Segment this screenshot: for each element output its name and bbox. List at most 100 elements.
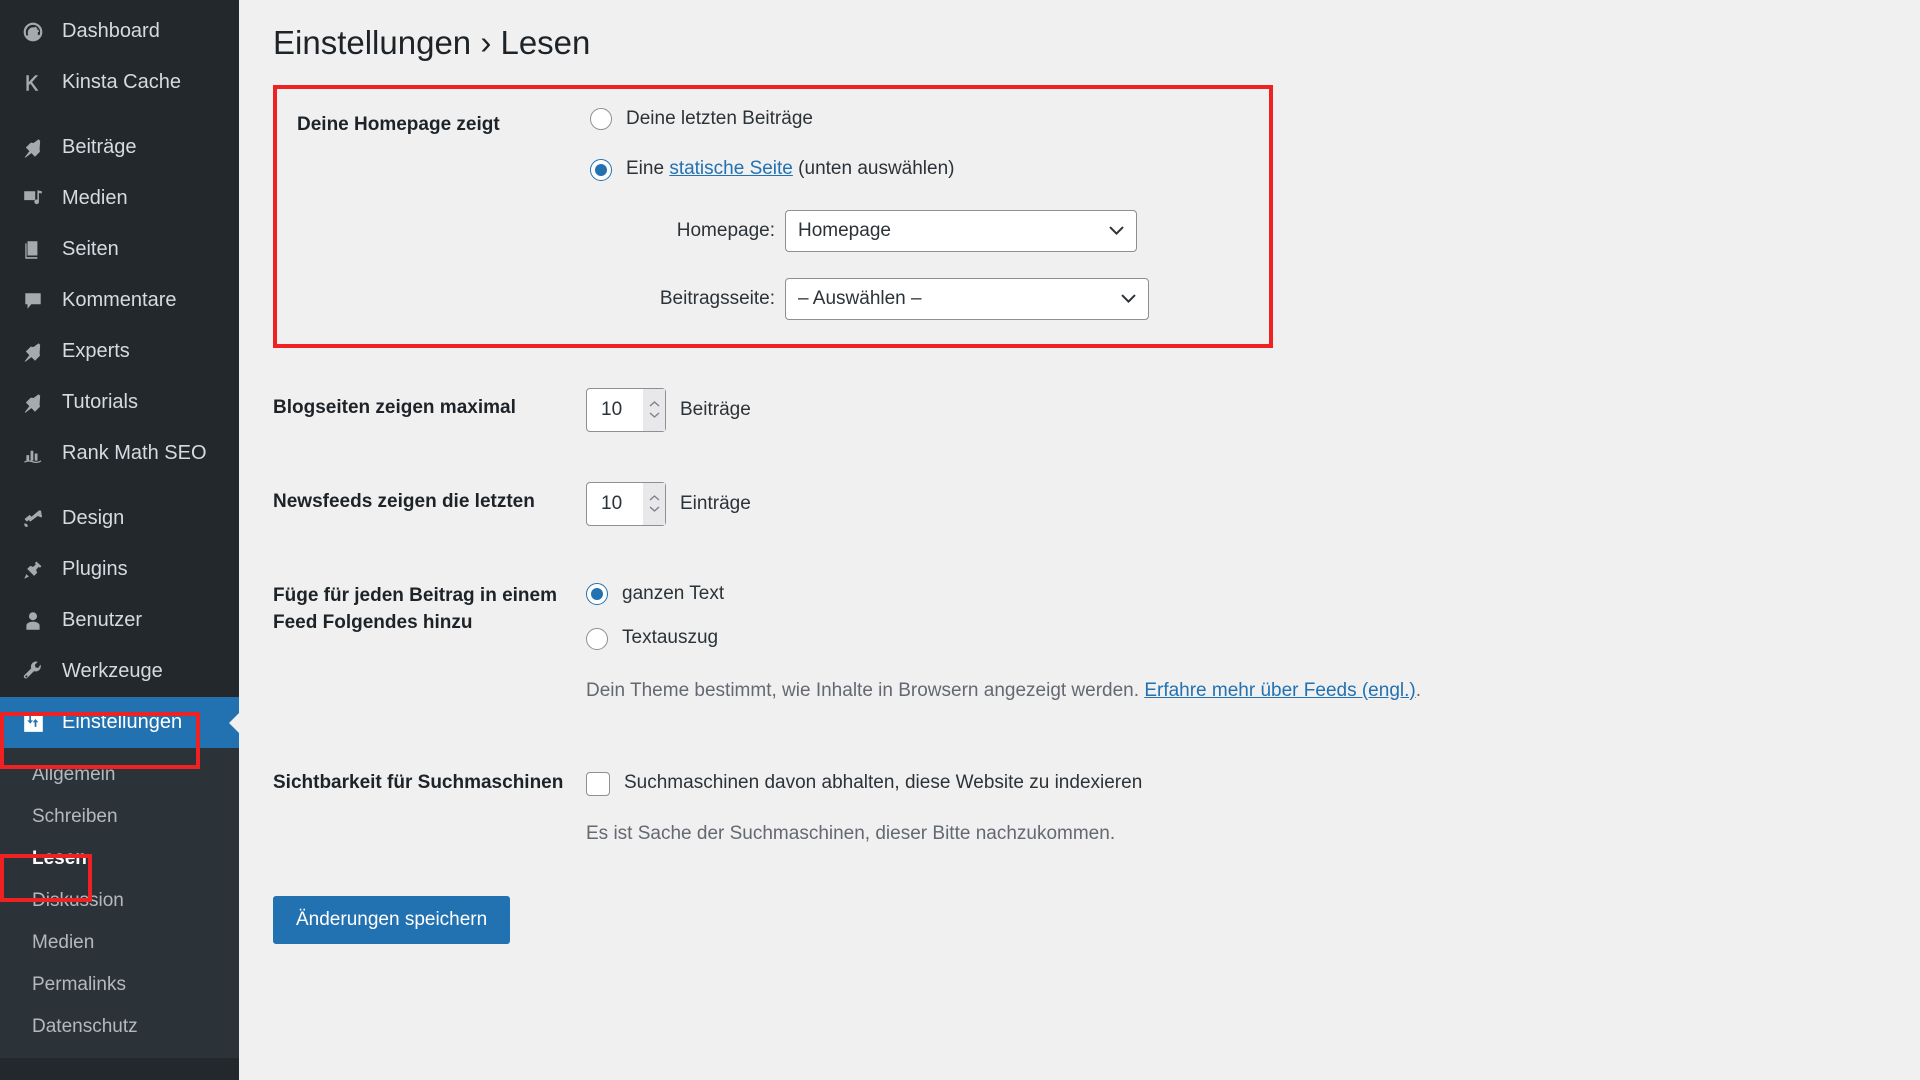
save-changes-button[interactable]: Änderungen speichern bbox=[273, 896, 511, 945]
homepage-select-row: Homepage: Homepage bbox=[590, 209, 1149, 252]
sidebar-separator bbox=[0, 479, 239, 493]
homepage-settings-label: Deine Homepage zeigt bbox=[297, 113, 500, 135]
radio-static-page[interactable] bbox=[590, 158, 612, 181]
sidebar-item-experts[interactable]: Experts bbox=[0, 326, 239, 377]
feed-description-text: Dein Theme bestimmt, wie Inhalte in Brow… bbox=[586, 679, 1145, 701]
submit-area: Änderungen speichern bbox=[239, 872, 1920, 945]
comment-icon bbox=[18, 286, 48, 316]
sidebar-item-plugins[interactable]: Plugins bbox=[0, 544, 239, 595]
search-visibility-checkbox[interactable] bbox=[586, 771, 610, 796]
radio-excerpt[interactable] bbox=[586, 627, 608, 650]
pin-icon bbox=[18, 388, 48, 418]
homepage-settings-fields: Deine letzten Beiträge Eine statische Se… bbox=[580, 89, 1159, 344]
submenu-item-lesen[interactable]: Lesen bbox=[0, 838, 239, 880]
blog-pages-unit: Beiträge bbox=[680, 398, 751, 420]
chevron-down-icon bbox=[1109, 226, 1124, 235]
submenu-item-datenschutz[interactable]: Datenschutz bbox=[0, 1006, 239, 1048]
pages-icon bbox=[18, 235, 48, 265]
homepage-settings-section: Deine Homepage zeigt Deine letzten Beitr… bbox=[273, 84, 1273, 348]
sidebar-item-label: Experts bbox=[62, 340, 130, 362]
radio-static-page-label: Eine statische Seite (unten auswählen) bbox=[626, 155, 955, 184]
blog-pages-value: 10 bbox=[601, 398, 623, 420]
sidebar-item-werkzeuge[interactable]: Werkzeuge bbox=[0, 646, 239, 697]
main-content: Einstellungen › Lesen Deine Homepage zei… bbox=[239, 0, 1920, 1080]
submenu-item-permalinks[interactable]: Permalinks bbox=[0, 964, 239, 1006]
radio-full-text-label: ganzen Text bbox=[622, 582, 725, 604]
blog-pages-number-input[interactable]: 10 bbox=[586, 387, 666, 432]
blog-pages-label: Blogseiten zeigen maximal bbox=[273, 396, 516, 418]
sidebar-item-kommentare[interactable]: Kommentare bbox=[0, 275, 239, 326]
search-visibility-fields: Suchmaschinen davon abhalten, diese Webs… bbox=[576, 751, 1152, 872]
settings-submenu: Allgemein Schreiben Lesen Diskussion Med… bbox=[0, 748, 239, 1058]
feed-content-fields: ganzen Text Textauszug Dein Theme bestim… bbox=[576, 564, 1431, 730]
submenu-item-diskussion[interactable]: Diskussion bbox=[0, 880, 239, 922]
plug-icon bbox=[18, 555, 48, 585]
newsfeeds-row: Newsfeeds zeigen die letzten 10 Einträge bbox=[239, 456, 1920, 550]
radio-latest-posts[interactable] bbox=[590, 108, 612, 131]
sidebar-item-label: Kommentare bbox=[62, 289, 177, 311]
posts-page-select-row: Beitragsseite: – Auswählen – bbox=[590, 277, 1149, 320]
sidebar-item-label: Tutorials bbox=[62, 391, 138, 413]
homepage-select-label: Homepage: bbox=[676, 219, 775, 241]
posts-page-select-label: Beitragsseite: bbox=[659, 287, 775, 309]
submenu-item-allgemein[interactable]: Allgemein bbox=[0, 754, 239, 796]
search-visibility-row: Sichtbarkeit für Suchmaschinen Suchmasch… bbox=[239, 729, 1920, 872]
sidebar-item-tutorials[interactable]: Tutorials bbox=[0, 377, 239, 428]
user-icon bbox=[18, 606, 48, 636]
sidebar-item-label: Dashboard bbox=[62, 20, 160, 42]
submenu-item-medien[interactable]: Medien bbox=[0, 922, 239, 964]
sidebar-item-label: Rank Math SEO bbox=[62, 442, 207, 464]
radio-excerpt-label: Textauszug bbox=[622, 627, 719, 649]
homepage-select-value: Homepage bbox=[798, 219, 891, 241]
sidebar-item-einstellungen[interactable]: Einstellungen bbox=[0, 697, 240, 748]
radio-latest-posts-label: Deine letzten Beiträge bbox=[626, 107, 813, 129]
blog-pages-row: Blogseiten zeigen maximal 10 Beiträge bbox=[239, 348, 1920, 456]
static-page-link[interactable]: statische Seite bbox=[669, 158, 793, 179]
newsfeeds-field: 10 Einträge bbox=[576, 470, 761, 550]
sidebar-item-benutzer[interactable]: Benutzer bbox=[0, 595, 239, 646]
submenu-item-schreiben[interactable]: Schreiben bbox=[0, 796, 239, 838]
pin-icon bbox=[18, 337, 48, 367]
paintbrush-icon bbox=[18, 504, 48, 534]
sidebar-item-label: Einstellungen bbox=[62, 711, 183, 733]
sidebar-item-design[interactable]: Design bbox=[0, 493, 239, 544]
search-visibility-label: Sichtbarkeit für Suchmaschinen bbox=[273, 772, 564, 794]
feeds-learn-more-link[interactable]: Erfahre mehr über Feeds (engl.) bbox=[1144, 680, 1415, 701]
newsfeeds-stepper[interactable] bbox=[643, 482, 665, 525]
homepage-select[interactable]: Homepage bbox=[785, 209, 1137, 252]
radio-option-static-page[interactable]: Eine statische Seite (unten auswählen) bbox=[590, 155, 1149, 184]
pin-icon bbox=[18, 133, 48, 163]
sidebar-item-label: Medien bbox=[62, 187, 128, 209]
posts-page-select[interactable]: – Auswählen – bbox=[785, 277, 1149, 320]
sidebar-item-label: Design bbox=[62, 507, 125, 529]
static-prefix-text: Eine bbox=[626, 158, 670, 180]
radio-option-excerpt[interactable]: Textauszug bbox=[586, 624, 1421, 653]
newsfeeds-number-input[interactable]: 10 bbox=[586, 481, 666, 526]
sidebar-item-beitraege[interactable]: Beiträge bbox=[0, 122, 239, 173]
sidebar-item-dashboard[interactable]: Dashboard bbox=[0, 6, 239, 57]
search-visibility-checkbox-label: Suchmaschinen davon abhalten, diese Webs… bbox=[624, 772, 1143, 794]
media-icon bbox=[18, 184, 48, 214]
posts-page-select-value: – Auswählen – bbox=[798, 287, 922, 309]
settings-sliders-icon bbox=[18, 708, 48, 738]
sidebar-item-label: Plugins bbox=[62, 558, 128, 580]
kinsta-k-icon bbox=[18, 68, 48, 98]
feed-description-end: . bbox=[1415, 679, 1421, 701]
sidebar-item-seiten[interactable]: Seiten bbox=[0, 224, 239, 275]
radio-full-text[interactable] bbox=[586, 583, 608, 606]
sidebar-separator bbox=[0, 108, 239, 122]
radio-option-full-text[interactable]: ganzen Text bbox=[586, 580, 1421, 609]
dashboard-icon bbox=[18, 17, 48, 47]
blog-pages-stepper[interactable] bbox=[643, 388, 665, 431]
radio-option-latest-posts[interactable]: Deine letzten Beiträge bbox=[590, 105, 1149, 134]
blog-pages-field: 10 Beiträge bbox=[576, 376, 761, 456]
sidebar-item-medien[interactable]: Medien bbox=[0, 173, 239, 224]
wordpress-admin-screen: Dashboard Kinsta Cache Beiträge Medien S… bbox=[0, 0, 1920, 1080]
search-visibility-checkbox-row[interactable]: Suchmaschinen davon abhalten, diese Webs… bbox=[586, 769, 1142, 798]
sidebar-item-kinsta-cache[interactable]: Kinsta Cache bbox=[0, 57, 239, 108]
sidebar-item-rank-math-seo[interactable]: Rank Math SEO bbox=[0, 428, 239, 479]
sidebar-item-label: Benutzer bbox=[62, 609, 143, 631]
sidebar-item-label: Beiträge bbox=[62, 136, 137, 158]
sidebar-item-label: Kinsta Cache bbox=[62, 71, 181, 93]
newsfeeds-label: Newsfeeds zeigen die letzten bbox=[273, 490, 535, 512]
